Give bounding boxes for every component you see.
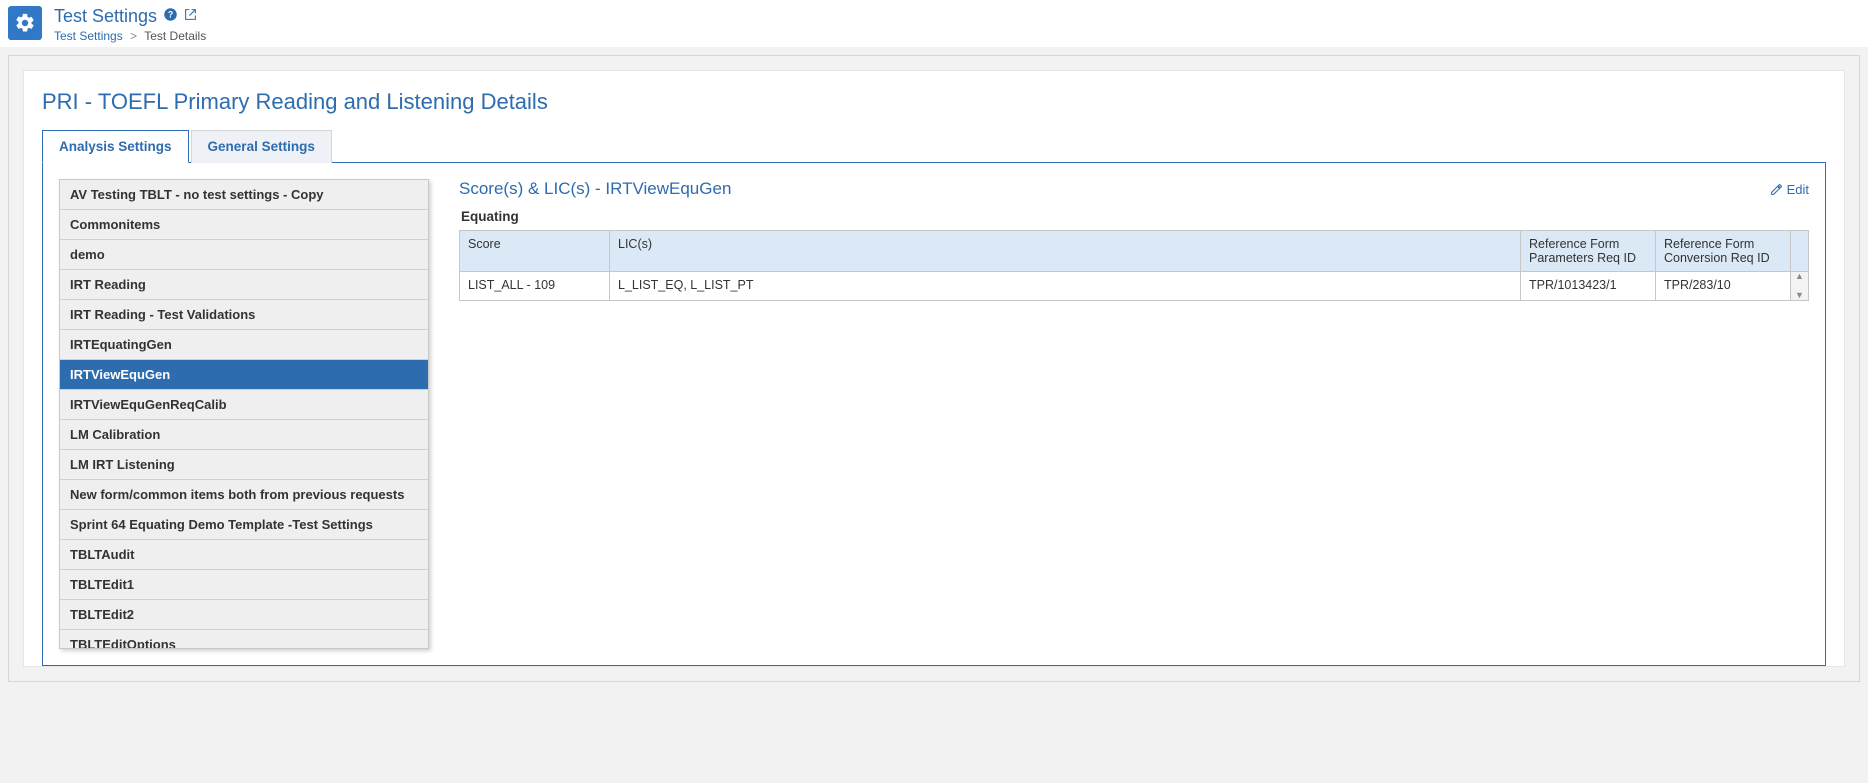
col-ref-params[interactable]: Reference Form Parameters Req ID xyxy=(1521,231,1656,272)
list-item[interactable]: Commonitems xyxy=(60,210,428,240)
section-label: Equating xyxy=(461,209,1809,224)
tabs: Analysis SettingsGeneral Settings xyxy=(42,129,1826,163)
list-item[interactable]: TBLTEdit1 xyxy=(60,570,428,600)
help-icon[interactable]: ? xyxy=(163,7,178,26)
cell-ref-conv: TPR/283/10 xyxy=(1656,272,1791,301)
breadcrumb-current: Test Details xyxy=(144,29,206,43)
content-frame: PRI - TOEFL Primary Reading and Listenin… xyxy=(8,55,1860,682)
list-item[interactable]: New form/common items both from previous… xyxy=(60,480,428,510)
list-item[interactable]: demo xyxy=(60,240,428,270)
table-row[interactable]: LIST_ALL - 109L_LIST_EQ, L_LIST_PTTPR/10… xyxy=(460,272,1809,301)
list-item[interactable]: TBLTAudit xyxy=(60,540,428,570)
tab-analysis[interactable]: Analysis Settings xyxy=(42,130,189,163)
detail-pane: Score(s) & LIC(s) - IRTViewEquGen Edit E… xyxy=(459,179,1809,649)
edit-button[interactable]: Edit xyxy=(1770,182,1809,197)
table-scroll-gutter xyxy=(1791,231,1809,272)
page-header: Test Settings ? Test Settings > Test Det… xyxy=(0,0,1868,47)
row-scroll-gutter[interactable]: ▲▼ xyxy=(1791,272,1809,301)
col-ref-conv[interactable]: Reference Form Conversion Req ID xyxy=(1656,231,1791,272)
breadcrumb-sep: > xyxy=(130,29,137,43)
chevron-down-icon[interactable]: ▼ xyxy=(1795,291,1804,300)
details-panel: PRI - TOEFL Primary Reading and Listenin… xyxy=(23,70,1845,667)
col-lic[interactable]: LIC(s) xyxy=(610,231,1521,272)
svg-text:?: ? xyxy=(168,10,173,20)
list-item[interactable]: IRT Reading xyxy=(60,270,428,300)
external-link-icon[interactable] xyxy=(184,8,197,25)
breadcrumb-root[interactable]: Test Settings xyxy=(54,29,123,43)
page-title: Test Settings xyxy=(54,6,157,27)
edit-label: Edit xyxy=(1787,182,1809,197)
chevron-up-icon[interactable]: ▲ xyxy=(1795,272,1804,281)
cell-ref-params: TPR/1013423/1 xyxy=(1521,272,1656,301)
list-item[interactable]: IRTEquatingGen xyxy=(60,330,428,360)
list-item[interactable]: TBLTEdit2 xyxy=(60,600,428,630)
gear-icon xyxy=(8,6,42,40)
list-item[interactable]: IRT Reading - Test Validations xyxy=(60,300,428,330)
cell-score: LIST_ALL - 109 xyxy=(460,272,610,301)
panel-title: PRI - TOEFL Primary Reading and Listenin… xyxy=(42,89,1826,115)
list-item[interactable]: IRTViewEquGenReqCalib xyxy=(60,390,428,420)
edit-icon xyxy=(1770,183,1783,196)
equating-table: Score LIC(s) Reference Form Parameters R… xyxy=(459,230,1809,301)
tab-general[interactable]: General Settings xyxy=(191,130,332,163)
list-item[interactable]: IRTViewEquGen xyxy=(60,360,428,390)
list-item[interactable]: LM IRT Listening xyxy=(60,450,428,480)
detail-title: Score(s) & LIC(s) - IRTViewEquGen xyxy=(459,179,731,199)
breadcrumb: Test Settings > Test Details xyxy=(54,29,206,43)
col-score[interactable]: Score xyxy=(460,231,610,272)
tab-body: AV Testing TBLT - no test settings - Cop… xyxy=(42,163,1826,666)
settings-listbox-wrap: AV Testing TBLT - no test settings - Cop… xyxy=(59,179,429,649)
cell-lic: L_LIST_EQ, L_LIST_PT xyxy=(610,272,1521,301)
settings-listbox[interactable]: AV Testing TBLT - no test settings - Cop… xyxy=(59,179,429,649)
list-item[interactable]: TBLTEditOptions xyxy=(60,630,428,649)
list-item[interactable]: LM Calibration xyxy=(60,420,428,450)
list-item[interactable]: AV Testing TBLT - no test settings - Cop… xyxy=(60,180,428,210)
list-item[interactable]: Sprint 64 Equating Demo Template -Test S… xyxy=(60,510,428,540)
